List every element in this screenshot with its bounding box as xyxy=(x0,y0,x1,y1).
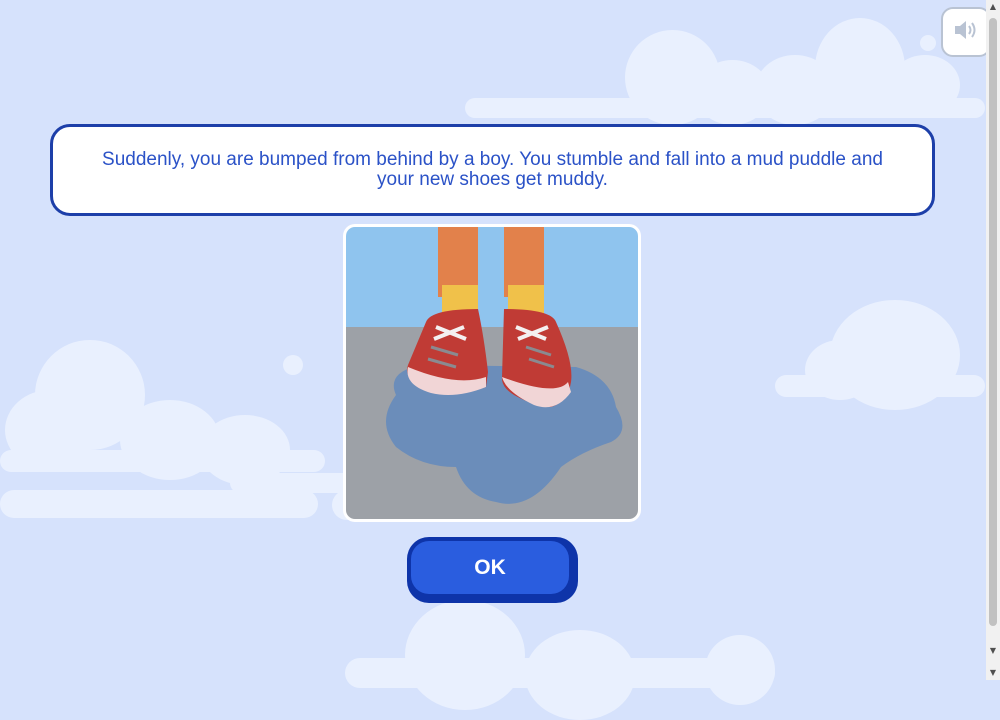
cloud-mid-left xyxy=(0,330,370,530)
cloud-bottom xyxy=(345,600,785,720)
vertical-scrollbar[interactable]: ▲ ▼ ▼ xyxy=(986,0,1000,680)
cloud-mid-right xyxy=(775,300,990,410)
scrollbar-thumb[interactable] xyxy=(989,18,997,626)
story-dialog: Suddenly, you are bumped from behind by … xyxy=(50,124,935,216)
scroll-up-arrow-icon[interactable]: ▲ xyxy=(986,0,1000,14)
cloud-top-right xyxy=(465,18,985,125)
scroll-down-arrow-icon[interactable]: ▼ xyxy=(986,644,1000,658)
story-message: Suddenly, you are bumped from behind by … xyxy=(102,149,883,190)
scroll-end-arrow-icon[interactable]: ▼ xyxy=(986,666,1000,680)
sound-toggle-button[interactable] xyxy=(941,7,991,57)
muddy-sneakers-image xyxy=(346,227,638,519)
scene-illustration xyxy=(343,224,641,522)
speaker-icon xyxy=(953,19,979,46)
ok-button[interactable]: OK xyxy=(407,537,578,603)
ok-button-label: OK xyxy=(411,541,569,594)
